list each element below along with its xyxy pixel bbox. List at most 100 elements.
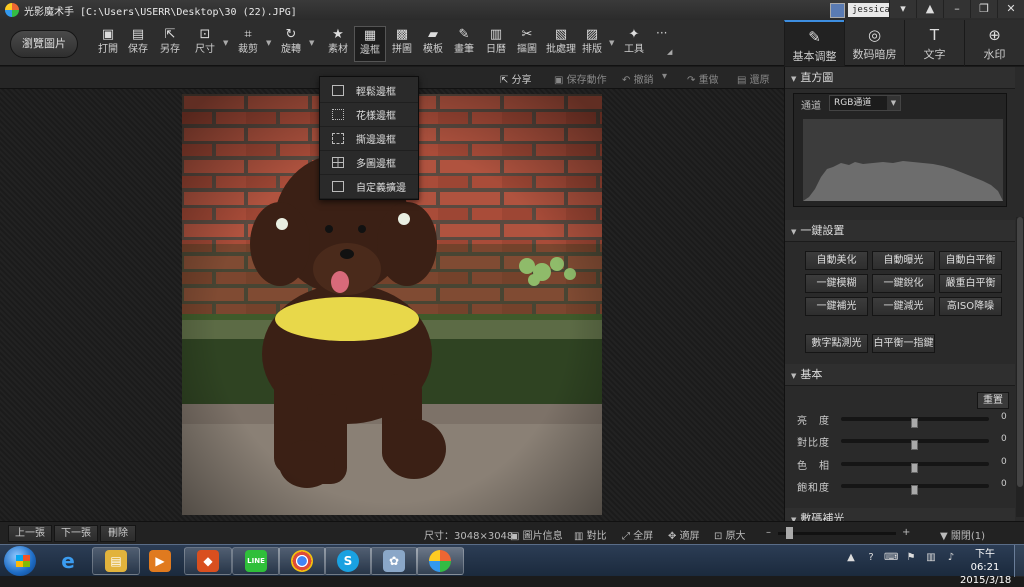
histogram-header[interactable]: ▼ 直方圖 xyxy=(785,67,1015,89)
fullscreen-button[interactable]: ⤢ 全屏 xyxy=(622,527,653,542)
high-iso-denoise-button[interactable]: 高ISO降噪 xyxy=(939,297,1002,316)
menu-item-multi-frame[interactable]: 多圖邊框 xyxy=(320,151,418,175)
tool-cutout[interactable]: ✂ 摳圖 xyxy=(511,26,543,62)
crop-dropdown-chevron-icon[interactable]: ▼ xyxy=(266,39,271,47)
next-image-button[interactable]: 下一張 xyxy=(54,525,98,542)
close-button[interactable]: ✕ xyxy=(997,0,1024,18)
layout-dropdown-chevron-icon[interactable]: ▼ xyxy=(609,39,614,47)
one-click-sharpen-button[interactable]: 一鍵銳化 xyxy=(872,274,935,293)
tool-collage[interactable]: ▩ 拼圖 xyxy=(386,26,418,62)
channel-select[interactable]: RGB通道 ▼ xyxy=(829,95,901,111)
one-click-blur-button[interactable]: 一鍵模糊 xyxy=(805,274,868,293)
toolbar-expand-icon[interactable]: ◢ xyxy=(667,48,672,56)
zoom-slider[interactable] xyxy=(778,532,896,535)
tool-save[interactable]: ▤ 保存 xyxy=(122,26,154,62)
tool-layout[interactable]: ▨ 排版 xyxy=(576,26,608,62)
scrollbar-thumb[interactable] xyxy=(1017,217,1023,487)
help-icon[interactable]: ? xyxy=(864,551,878,565)
auto-white-balance-button[interactable]: 自動白平衡 xyxy=(939,251,1002,270)
tab-watermark[interactable]: ⊕ 水印 xyxy=(964,20,1024,66)
fit-screen-button[interactable]: ✥ 適屏 xyxy=(668,527,700,542)
auto-exposure-button[interactable]: 自動曝光 xyxy=(872,251,935,270)
auto-beautify-button[interactable]: 自動美化 xyxy=(805,251,868,270)
menu-item-easy-frame[interactable]: 輕鬆邊框 xyxy=(320,79,418,103)
taskbar-app-orange[interactable]: ◆ xyxy=(184,547,232,575)
fill-light-header[interactable]: ▼ 數碼補光 xyxy=(785,508,1015,521)
delete-button[interactable]: 刪除 xyxy=(100,525,136,542)
save-action-button[interactable]: ▣ 保存動作 xyxy=(554,71,607,86)
tab-darkroom[interactable]: ◎ 数码暗房 xyxy=(844,20,904,66)
undo-button[interactable]: ↶ 撤銷 xyxy=(622,71,654,86)
tool-crop[interactable]: ⌗ 裁剪 xyxy=(232,26,264,62)
contrast-slider[interactable]: 對比度 0 xyxy=(797,434,1007,450)
network-icon[interactable]: ▥ xyxy=(924,551,938,565)
tray-expand-icon[interactable]: ▲ xyxy=(844,551,858,565)
taskbar-app-ie[interactable]: e xyxy=(44,547,92,575)
slider-track[interactable] xyxy=(841,484,989,495)
zoom-out-button[interactable]: – xyxy=(766,527,771,538)
close-image-button[interactable]: ▼ 關閉(1) xyxy=(940,527,985,542)
tool-batch[interactable]: ▧ 批處理 xyxy=(543,26,579,62)
user-box[interactable]: jessica xyxy=(830,2,894,18)
rotate-dropdown-chevron-icon[interactable]: ▼ xyxy=(309,39,314,47)
taskbar-app-line[interactable]: LINE xyxy=(232,547,280,575)
menu-item-custom-expand[interactable]: 自定義擴邊 xyxy=(320,175,418,199)
tool-material[interactable]: ★ 素材 xyxy=(322,26,354,62)
system-clock[interactable]: 下午 06:21 2015/3/18 xyxy=(960,548,1011,587)
taskbar-app-explorer[interactable]: ▤ xyxy=(92,547,140,575)
saturation-slider[interactable]: 飽和度 0 xyxy=(797,479,1007,495)
browse-images-button[interactable]: 瀏覽圖片 xyxy=(10,30,78,58)
slider-thumb[interactable] xyxy=(911,440,918,450)
zoom-in-button[interactable]: + xyxy=(902,527,910,538)
menu-item-pattern-frame[interactable]: 花樣邊框 xyxy=(320,103,418,127)
taskbar-app-paint[interactable]: ✿ xyxy=(370,547,418,575)
taskbar-app-chrome[interactable] xyxy=(278,547,326,575)
image-info-button[interactable]: ▣ 圖片信息 xyxy=(510,527,563,542)
maximize-button[interactable]: ❐ xyxy=(970,0,997,18)
tool-save-as[interactable]: ⇱ 另存 xyxy=(154,26,186,62)
action-center-icon[interactable]: ⚑ xyxy=(904,551,918,565)
severe-white-balance-button[interactable]: 嚴重白平衡 xyxy=(939,274,1002,293)
tab-basic-adjust[interactable]: ✎ 基本调整 xyxy=(784,20,844,66)
redo-button[interactable]: ↷ 重做 xyxy=(687,71,719,86)
actual-size-button[interactable]: ⊡ 原大 xyxy=(714,527,746,542)
restore-button[interactable]: ▤ 還原 xyxy=(737,71,770,86)
more-tools-icon[interactable]: ··· xyxy=(656,26,667,40)
tool-rotate[interactable]: ↻ 旋轉 xyxy=(275,26,307,62)
tool-calendar[interactable]: ▥ 日曆 xyxy=(480,26,512,62)
start-button[interactable] xyxy=(4,546,36,576)
keyboard-icon[interactable]: ⌨ xyxy=(884,551,898,565)
size-dropdown-chevron-icon[interactable]: ▼ xyxy=(223,39,228,47)
compare-button[interactable]: ▥ 對比 xyxy=(574,527,607,542)
tool-template[interactable]: ▰ 模板 xyxy=(417,26,449,62)
basic-header[interactable]: ▼ 基本 xyxy=(785,364,1015,386)
avatar[interactable] xyxy=(830,2,845,18)
brightness-slider[interactable]: 亮 度 0 xyxy=(797,412,1007,428)
one-click-fill-light-button[interactable]: 一鍵補光 xyxy=(805,297,868,316)
taskbar-app-media[interactable]: ▶ xyxy=(136,547,184,575)
volume-icon[interactable]: ♪ xyxy=(944,551,958,565)
user-name[interactable]: jessica xyxy=(848,3,894,17)
slider-track[interactable] xyxy=(841,417,989,428)
slider-thumb[interactable] xyxy=(911,418,918,428)
minimize-button[interactable]: – xyxy=(943,0,970,18)
reset-button[interactable]: 重置 xyxy=(977,392,1009,409)
hue-slider[interactable]: 色 相 0 xyxy=(797,457,1007,473)
panel-scrollbar[interactable] xyxy=(1016,217,1024,517)
menu-dropdown-button[interactable]: ▾ xyxy=(889,0,916,18)
tool-tools[interactable]: ✦ 工具 xyxy=(618,26,650,62)
slider-track[interactable] xyxy=(841,462,989,473)
one-click-reduce-light-button[interactable]: 一鍵減光 xyxy=(872,297,935,316)
undo-dropdown-chevron-icon[interactable]: ▾ xyxy=(662,71,667,82)
slider-thumb[interactable] xyxy=(911,463,918,473)
tool-frame[interactable]: ▦ 邊框 xyxy=(354,26,386,62)
show-desktop-button[interactable] xyxy=(1014,545,1024,577)
white-balance-picker-button[interactable]: 白平衡一指鍵 xyxy=(872,334,935,353)
slider-track[interactable] xyxy=(841,439,989,450)
skin-button[interactable]: ▲ xyxy=(916,0,943,18)
taskbar-app-skype[interactable]: S xyxy=(324,547,372,575)
tool-size[interactable]: ⊡ 尺寸 xyxy=(189,26,221,62)
digital-spot-metering-button[interactable]: 數字點測光 xyxy=(805,334,868,353)
zoom-slider-thumb[interactable] xyxy=(786,527,793,539)
menu-item-torn-frame[interactable]: 撕邊邊框 xyxy=(320,127,418,151)
